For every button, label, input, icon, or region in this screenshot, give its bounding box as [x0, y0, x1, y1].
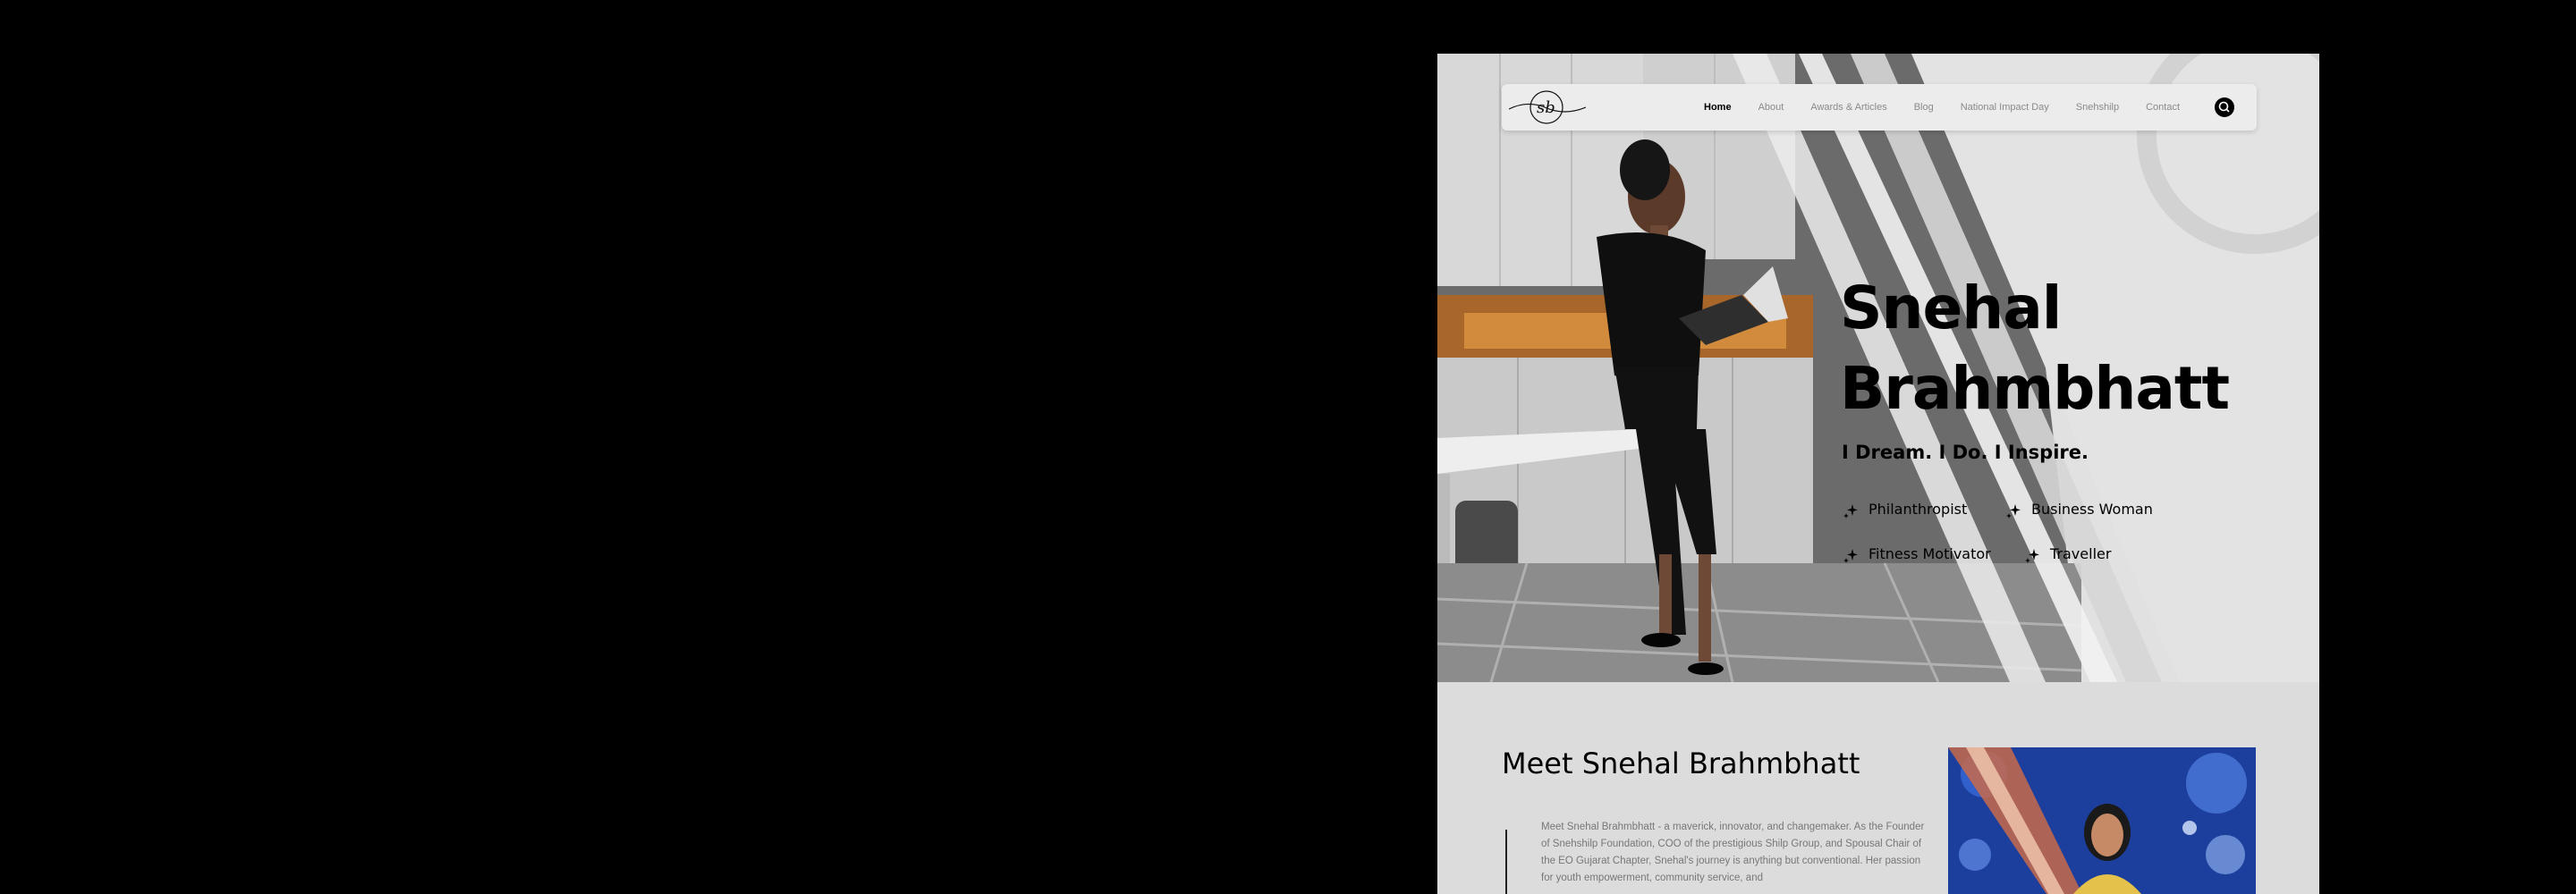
- sparkle-icon: [2025, 549, 2039, 563]
- sparkle-icon: [2006, 504, 2021, 519]
- sparkle-icon: [1843, 504, 1858, 519]
- nav-link-blog[interactable]: Blog: [1914, 102, 1934, 113]
- nav-link-snehshilp[interactable]: Snehshilp: [2076, 102, 2119, 113]
- search-button[interactable]: [2215, 97, 2234, 117]
- sparkle-icon: [1843, 549, 1858, 563]
- website-frame: sb Home About Awards & Articles Blog Nat…: [1437, 54, 2319, 894]
- nav-link-contact[interactable]: Contact: [2146, 102, 2180, 113]
- role-item: Traveller: [2023, 545, 2111, 563]
- meet-paragraph: Meet Snehal Brahmbhatt - a maverick, inn…: [1541, 822, 1925, 883]
- hero-name: Snehal Brahmbhatt: [1840, 268, 2230, 429]
- portrait-photo: [1948, 747, 2256, 894]
- nav-link-about[interactable]: About: [1758, 102, 1784, 113]
- nav-links: Home About Awards & Articles Blog Nation…: [1704, 84, 2207, 131]
- role-item: Philanthropist: [1842, 501, 1968, 519]
- hero-name-first: Snehal: [1840, 274, 2062, 342]
- role-item: Business Woman: [2004, 501, 2153, 519]
- nav-link-national-impact-day[interactable]: National Impact Day: [1961, 102, 2049, 113]
- role-item: Fitness Motivator: [1842, 545, 1991, 563]
- logo-mark: sb: [1537, 98, 1555, 117]
- top-navbar: sb Home About Awards & Articles Blog Nat…: [1502, 84, 2257, 131]
- logo[interactable]: sb: [1509, 88, 1586, 127]
- role-label: Business Woman: [2031, 501, 2153, 518]
- nav-link-awards-articles[interactable]: Awards & Articles: [1810, 102, 1886, 113]
- nav-link-home[interactable]: Home: [1704, 102, 1732, 113]
- hero-name-last: Brahmbhatt: [1840, 354, 2230, 423]
- quote-bar: [1505, 830, 1507, 894]
- search-icon: [2218, 101, 2230, 113]
- role-label: Philanthropist: [1868, 501, 1968, 518]
- meet-title: Meet Snehal Brahmbhatt: [1502, 746, 1860, 780]
- role-label: Fitness Motivator: [1868, 545, 1991, 562]
- hero-section: sb Home About Awards & Articles Blog Nat…: [1437, 54, 2319, 682]
- hero-tagline: I Dream. I Do. I Inspire.: [1842, 442, 2089, 463]
